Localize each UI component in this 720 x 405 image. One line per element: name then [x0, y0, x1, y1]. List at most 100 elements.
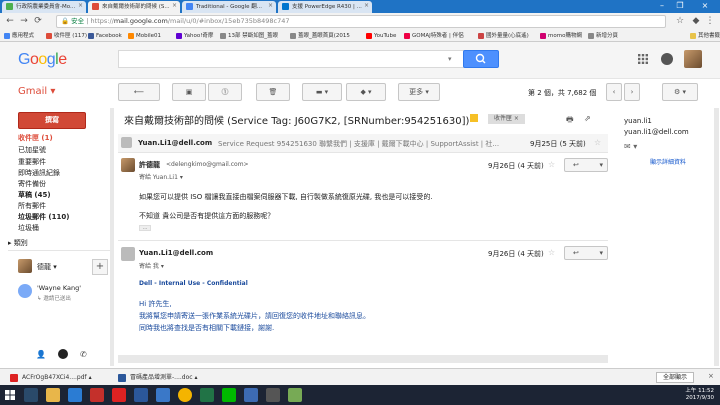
nav-item[interactable]: 草稿 (45)	[0, 190, 110, 200]
show-details-link[interactable]: 顯示詳細資料	[650, 157, 686, 166]
show-all-downloads-button[interactable]: 全部顯示	[656, 372, 695, 383]
extension-icon[interactable]: ◆	[690, 16, 702, 27]
nav-item[interactable]: 收件匣 (1)	[0, 133, 110, 143]
nav-item[interactable]: 寄件備份	[0, 179, 110, 189]
bookmark-item[interactable]: 新增分頁	[588, 31, 618, 41]
browser-tab[interactable]: 支援 PowerEdge R430 | ... ×	[278, 1, 372, 13]
add-contact-button[interactable]: +	[92, 259, 108, 275]
sidebar-scrollbar[interactable]	[110, 108, 114, 366]
report-spam-button[interactable]: ⓵	[208, 83, 242, 101]
important-marker-icon[interactable]	[470, 114, 478, 122]
back-to-inbox-button[interactable]: ⟵	[118, 83, 160, 101]
page-scrollbar[interactable]	[714, 108, 719, 366]
taskbar-app-icon[interactable]	[266, 388, 280, 402]
close-icon[interactable]: ×	[78, 2, 83, 9]
search-input[interactable]	[118, 50, 473, 68]
reply-button[interactable]: ↩ ▾	[564, 158, 608, 172]
horizontal-scrollbar[interactable]	[118, 355, 608, 363]
taskbar-app-icon[interactable]	[90, 388, 104, 402]
labels-button[interactable]: ◆ ▾	[346, 83, 386, 101]
star-icon[interactable]: ☆	[548, 160, 555, 169]
taskbar-app-icon[interactable]	[68, 388, 82, 402]
url-input[interactable]: 🔒 安全 | https://mail.google.com/mail/u/0/…	[56, 15, 666, 28]
gmail-menu[interactable]: Gmail ▾	[18, 86, 55, 97]
move-to-button[interactable]: ▬ ▾	[302, 83, 342, 101]
more-button[interactable]: 更多 ▾	[398, 83, 440, 101]
bookmark-item[interactable]: YouTube	[366, 31, 396, 41]
back-button[interactable]: ←	[4, 16, 16, 27]
close-icon[interactable]: ×	[268, 2, 273, 9]
bookmark-item[interactable]: Facebook	[88, 31, 122, 41]
star-icon[interactable]: ☆	[674, 16, 686, 27]
phone-icon[interactable]: ✆	[80, 350, 87, 359]
maximize-button[interactable]: ❐	[672, 0, 688, 13]
show-trimmed-content-button[interactable]: ...	[139, 225, 151, 231]
taskbar-app-icon[interactable]	[156, 388, 170, 402]
line-icon[interactable]	[222, 388, 236, 402]
person-icon[interactable]: 👤	[36, 350, 46, 359]
archive-button[interactable]: ▣	[172, 83, 206, 101]
delete-button[interactable]: 🗑	[256, 83, 290, 101]
bookmark-item[interactable]: GOMAJ特殊者 | 伴侶	[404, 31, 464, 41]
bookmark-item[interactable]: 13部 禁斷如图_蓋眼	[220, 31, 278, 41]
word-icon[interactable]	[134, 388, 148, 402]
taskbar-app-icon[interactable]	[288, 388, 302, 402]
notifications-icon[interactable]	[661, 53, 673, 65]
google-logo[interactable]: Google	[18, 51, 67, 69]
windows-start-icon[interactable]	[3, 388, 17, 402]
taskbar-app-icon[interactable]	[244, 388, 258, 402]
close-icon[interactable]: ×	[708, 372, 714, 380]
chrome-icon[interactable]	[178, 388, 192, 402]
nav-item[interactable]: 所有郵件	[0, 201, 110, 211]
hangouts-icon[interactable]	[58, 349, 68, 359]
excel-icon[interactable]	[200, 388, 214, 402]
bookmark-item[interactable]: 蓋眼_蓋眼首頁(2015	[290, 31, 350, 41]
bookmark-item[interactable]: Mobile01	[128, 31, 161, 41]
reply-button[interactable]: ↩ ▾	[564, 246, 608, 260]
apps-grid-icon[interactable]	[638, 54, 648, 64]
star-icon[interactable]: ☆	[594, 138, 601, 147]
email-icon[interactable]: ✉ ▾	[624, 142, 637, 151]
bookmark-item[interactable]: 其他書籤	[690, 31, 720, 41]
print-icon[interactable]: 🖶	[566, 114, 574, 128]
settings-button[interactable]: ⚙ ▾	[662, 83, 698, 101]
bookmark-item[interactable]: momo購物網	[540, 31, 582, 41]
inbox-label-chip[interactable]: 收件匣 ×	[488, 114, 525, 124]
browser-tab-active[interactable]: 來自戴爾技術部的問候 (S... ×	[88, 1, 180, 13]
nav-item[interactable]: 垃圾郵件 (110)	[0, 212, 110, 222]
nav-item[interactable]: ▸ 類別	[0, 238, 110, 248]
close-icon[interactable]: ×	[364, 2, 369, 9]
star-icon[interactable]: ☆	[548, 248, 555, 257]
hangouts-avatar[interactable]	[18, 259, 32, 273]
close-icon[interactable]: ×	[172, 2, 177, 9]
newer-button[interactable]: ‹	[606, 83, 622, 101]
download-item[interactable]: 冒碼產品增測單-....doc ▴	[118, 371, 198, 384]
contact-name[interactable]: 'Wayne Kang'	[37, 284, 81, 292]
minimize-button[interactable]: –	[654, 0, 670, 13]
compose-button[interactable]: 撰寫	[18, 112, 86, 129]
search-options-icon[interactable]: ▾	[448, 55, 452, 63]
older-button[interactable]: ›	[624, 83, 640, 101]
browser-tab[interactable]: Traditional - Google 翻... ×	[182, 1, 276, 13]
forward-button[interactable]: →	[18, 16, 30, 27]
recipient-line[interactable]: 寄給 我 ▾	[139, 261, 164, 270]
new-window-icon[interactable]: ⇗	[584, 114, 591, 123]
reload-button[interactable]: ⟳	[32, 16, 44, 27]
folder-icon[interactable]	[46, 388, 60, 402]
download-item[interactable]: ACFrOgB47XCi4....pdf ▴	[10, 371, 92, 384]
recipient-line[interactable]: 寄給 Yuan.Li1 ▾	[139, 172, 183, 181]
menu-icon[interactable]: ⋮	[704, 16, 716, 27]
nav-item[interactable]: 重要郵件	[0, 157, 110, 167]
system-clock[interactable]: 上午 11:52 2017/9/30	[685, 388, 714, 402]
nav-item[interactable]: 即時通訊紀錄	[0, 168, 110, 178]
bookmark-item[interactable]: Yahoo!奇摩	[176, 31, 213, 41]
browser-tab[interactable]: 行政院農業委員會-Mo... ×	[2, 1, 86, 13]
account-avatar[interactable]	[684, 50, 702, 68]
bookmark-item[interactable]: 收件匣 (117)	[46, 31, 87, 41]
nav-item[interactable]: 垃圾桶	[0, 223, 110, 233]
nav-item[interactable]: 已加星號	[0, 145, 110, 155]
search-button[interactable]	[463, 50, 499, 68]
acrobat-icon[interactable]	[112, 388, 126, 402]
bookmark-item[interactable]: 應用程式	[4, 31, 34, 41]
taskbar-app-icon[interactable]	[24, 388, 38, 402]
